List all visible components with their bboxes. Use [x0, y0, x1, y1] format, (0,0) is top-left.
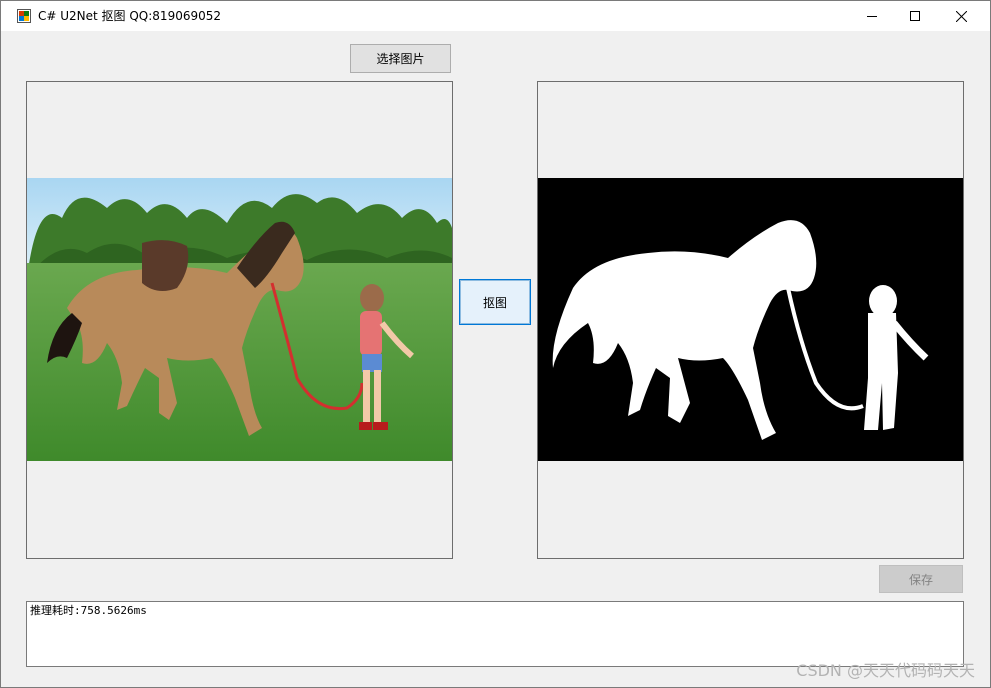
title-bar[interactable]: C# U2Net 抠图 QQ:819069052	[1, 1, 990, 31]
window-title: C# U2Net 抠图 QQ:819069052	[38, 9, 222, 23]
maximize-button[interactable]	[892, 1, 938, 31]
source-picture-box	[26, 81, 453, 559]
result-picture-box	[537, 81, 964, 559]
maximize-icon	[910, 11, 920, 21]
save-button[interactable]: 保存	[879, 565, 963, 593]
csdn-watermark: CSDN @天天代码码天天	[796, 661, 975, 680]
matting-button[interactable]: 抠图	[459, 279, 531, 325]
close-button[interactable]	[938, 1, 984, 31]
app-window: C# U2Net 抠图 QQ:819069052 选择图片 抠图 保存 推理耗时…	[0, 0, 991, 688]
form-client-area: 选择图片 抠图 保存 推理耗时:758.5626ms	[1, 31, 990, 687]
minimize-icon	[867, 16, 877, 17]
result-mask-image	[538, 178, 963, 461]
close-icon	[955, 10, 967, 22]
source-image	[27, 178, 452, 461]
minimize-button[interactable]	[849, 1, 895, 31]
select-image-button[interactable]: 选择图片	[350, 44, 451, 73]
app-icon	[17, 9, 31, 23]
